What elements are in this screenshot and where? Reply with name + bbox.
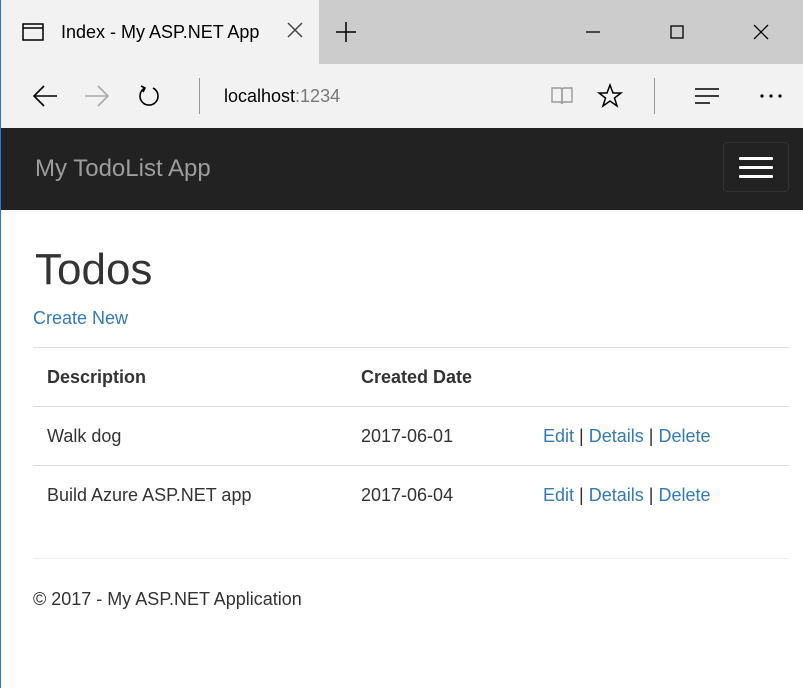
close-window-icon[interactable]: [719, 0, 803, 64]
hamburger-icon-bar: [739, 174, 773, 178]
back-arrow-icon[interactable]: [19, 64, 71, 128]
table-header-row: Description Created Date: [33, 347, 789, 408]
forward-arrow-icon[interactable]: [71, 64, 123, 128]
details-link[interactable]: Details: [589, 485, 644, 505]
favorite-star-icon[interactable]: [586, 64, 634, 128]
minimize-icon[interactable]: [551, 0, 635, 64]
main-content: Todos Create New Description Created Dat…: [1, 245, 803, 610]
create-new-link[interactable]: Create New: [33, 308, 128, 329]
refresh-icon[interactable]: [123, 64, 175, 128]
app-navbar: My TodoList App: [1, 128, 803, 210]
more-options-icon[interactable]: [739, 64, 803, 128]
reading-view-icon[interactable]: [538, 64, 586, 128]
table-row: Build Azure ASP.NET app 2017-06-04 Edit …: [33, 465, 789, 525]
table-row: Walk dog 2017-06-01 Edit | Details | Del…: [33, 406, 789, 466]
action-separator: |: [579, 425, 584, 446]
toolbar-icons: [538, 64, 803, 128]
todos-table: Description Created Date Walk dog 2017-0…: [33, 347, 789, 525]
address-bar: localhost:1234: [1, 64, 803, 128]
close-tab-icon[interactable]: [283, 18, 307, 42]
hamburger-icon-bar: [739, 165, 773, 169]
url-host: localhost: [224, 85, 296, 106]
toolbar-separator: [654, 78, 655, 114]
new-tab-icon[interactable]: [319, 0, 373, 64]
hub-icon[interactable]: [675, 64, 739, 128]
brand-link[interactable]: My TodoList App: [35, 155, 211, 183]
column-header-actions: [529, 347, 789, 408]
address-separator: [199, 78, 200, 114]
tab-title: Index - My ASP.NET App: [61, 21, 260, 42]
column-header-description: Description: [33, 347, 347, 408]
todo-description: Walk dog: [33, 406, 347, 466]
maximize-icon[interactable]: [635, 0, 719, 64]
column-header-created-date: Created Date: [347, 347, 529, 408]
row-actions: Edit | Details | Delete: [529, 465, 789, 525]
url-port: :1234: [295, 85, 341, 106]
url-field[interactable]: localhost:1234: [224, 86, 444, 107]
footer-divider: [33, 557, 789, 559]
delete-link[interactable]: Delete: [659, 485, 711, 505]
action-separator: |: [648, 485, 654, 506]
edit-link[interactable]: Edit: [543, 485, 574, 505]
delete-link[interactable]: Delete: [659, 426, 711, 446]
page-title: Todos: [35, 245, 153, 294]
browser-window: Index - My ASP.NET App localhost:1234 My…: [0, 0, 803, 688]
tab-bar: Index - My ASP.NET App: [1, 0, 803, 64]
todo-created-date: 2017-06-04: [347, 465, 529, 525]
page-icon: [21, 22, 45, 42]
window-controls: [551, 0, 803, 64]
footer-text: © 2017 - My ASP.NET Application: [33, 588, 302, 609]
todo-created-date: 2017-06-01: [347, 406, 529, 466]
row-actions: Edit | Details | Delete: [529, 406, 789, 466]
action-separator: |: [648, 425, 654, 446]
todo-description: Build Azure ASP.NET app: [33, 465, 347, 525]
details-link[interactable]: Details: [589, 426, 644, 446]
browser-tab[interactable]: Index - My ASP.NET App: [1, 0, 319, 64]
hamburger-icon-bar: [739, 156, 773, 160]
action-separator: |: [579, 485, 584, 506]
navbar-toggle-button[interactable]: [723, 142, 789, 192]
edit-link[interactable]: Edit: [543, 426, 574, 446]
